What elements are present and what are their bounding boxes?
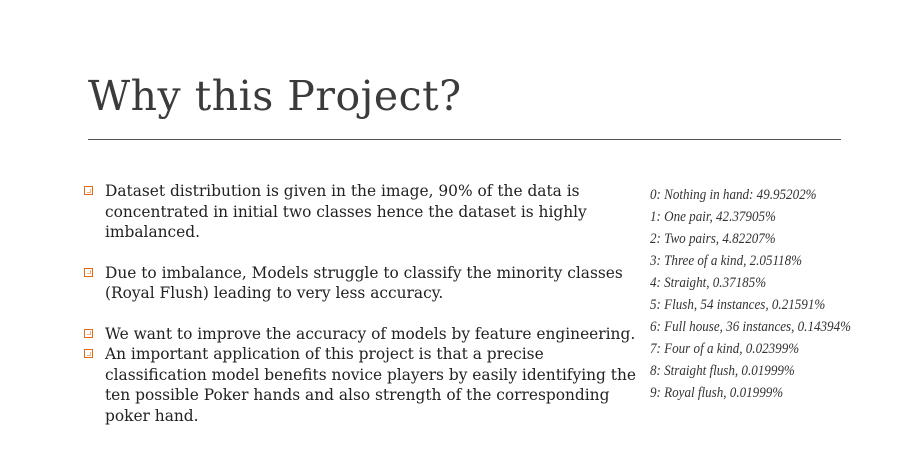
bullet-item: We want to improve the accuracy of model… xyxy=(84,324,644,345)
class-distribution-item: 6: Full house, 36 instances, 0.14394% xyxy=(650,318,851,335)
bullet-text: Dataset distribution is given in the ima… xyxy=(105,182,587,241)
slide-title: Why this Project? xyxy=(88,72,462,120)
class-distribution-item: 9: Royal flush, 0.01999% xyxy=(650,384,784,401)
class-distribution-item: 8: Straight flush, 0.01999% xyxy=(650,362,795,379)
bullet-text: Due to imbalance, Models struggle to cla… xyxy=(105,263,623,303)
bullet-text: We want to improve the accuracy of model… xyxy=(105,324,636,343)
title-divider xyxy=(88,139,841,140)
class-distribution-list: 0: Nothing in hand: 49.95202% 1: One pai… xyxy=(650,184,884,404)
bullet-item: An important application of this project… xyxy=(84,344,644,426)
slide: Why this Project? Dataset distribution i… xyxy=(0,0,913,473)
bullet-text: An important application of this project… xyxy=(105,345,636,425)
class-distribution-item: 5: Flush, 54 instances, 0.21591% xyxy=(650,296,826,313)
checkbox-bullet-icon xyxy=(84,186,93,195)
class-distribution-item: 2: Two pairs, 4.82207% xyxy=(650,230,776,247)
checkbox-bullet-icon xyxy=(84,328,93,338)
class-distribution-item: 7: Four of a kind, 0.02399% xyxy=(650,340,800,357)
class-distribution-item: 4: Straight, 0.37185% xyxy=(650,274,767,291)
class-distribution-item: 0: Nothing in hand: 49.95202% xyxy=(650,186,817,203)
bullet-item: Dataset distribution is given in the ima… xyxy=(84,181,644,243)
bullet-list: Dataset distribution is given in the ima… xyxy=(84,181,644,426)
bullet-item: Due to imbalance, Models struggle to cla… xyxy=(84,263,644,304)
class-distribution-item: 1: One pair, 42.37905% xyxy=(650,208,776,225)
checkbox-bullet-icon xyxy=(84,349,93,358)
class-distribution-item: 3: Three of a kind, 2.05118% xyxy=(650,252,803,269)
checkbox-bullet-icon xyxy=(84,267,93,277)
